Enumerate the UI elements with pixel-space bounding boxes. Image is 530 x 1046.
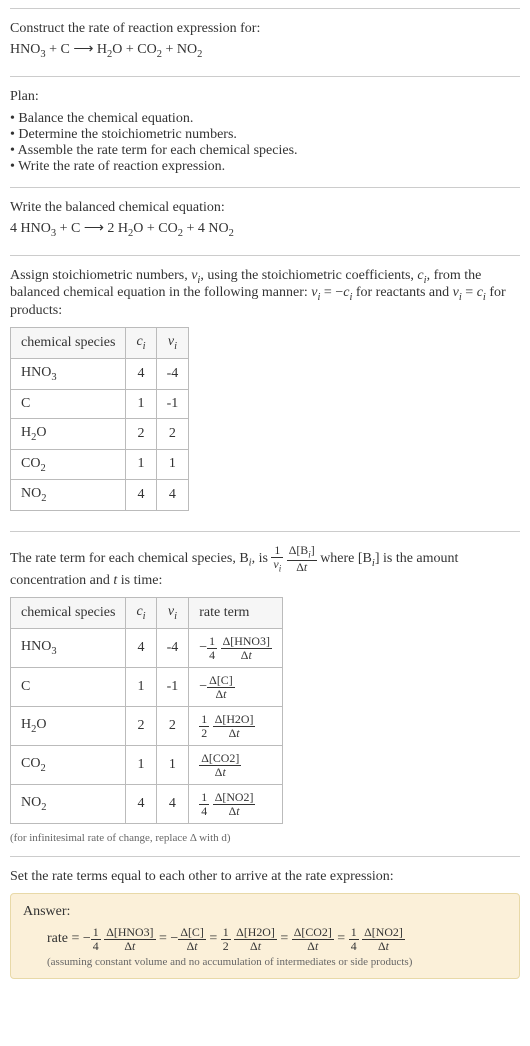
- plan-item: Determine the stoichiometric numbers.: [10, 127, 520, 143]
- c-cell: 1: [126, 389, 156, 418]
- c-cell: 4: [126, 629, 156, 668]
- plan-list: Balance the chemical equation. Determine…: [10, 111, 520, 175]
- col-c: ci: [126, 598, 156, 629]
- species-cell: H2O: [11, 707, 126, 746]
- stoich-table: chemical species ci νi HNO3 4 -4 C 1 -1 …: [10, 327, 189, 511]
- stoich-row: H2O 2 2: [11, 418, 189, 449]
- answer-label: Answer:: [23, 904, 507, 920]
- answer-box: Answer: rate = −14 Δ[HNO3]Δt = −Δ[C]Δt =…: [10, 893, 520, 979]
- nu-cell: 1: [156, 746, 189, 785]
- species-cell: NO2: [11, 480, 126, 511]
- col-species: chemical species: [11, 598, 126, 629]
- nu-sub: i: [174, 341, 177, 352]
- nu-sub: i: [174, 611, 177, 622]
- c-cell: 4: [126, 358, 156, 389]
- nu-cell: 2: [156, 418, 189, 449]
- nu-cell: -1: [156, 668, 189, 707]
- c-cell: 1: [126, 746, 156, 785]
- intro-prompt: Construct the rate of reaction expressio…: [10, 21, 520, 37]
- final-section: Set the rate terms equal to each other t…: [10, 856, 520, 991]
- rateterm-note: (for infinitesimal rate of change, repla…: [10, 832, 520, 844]
- stoich-header-row: chemical species ci νi: [11, 328, 189, 359]
- species-cell: C: [11, 668, 126, 707]
- intro-equation: HNO3 + C ⟶ H2O + CO2 + NO2: [10, 41, 520, 60]
- species-cell: HNO3: [11, 629, 126, 668]
- rate-cell: 14 Δ[NO2]Δt: [189, 785, 283, 824]
- c-sub: i: [143, 341, 146, 352]
- species-cell: H2O: [11, 418, 126, 449]
- c-cell: 2: [126, 707, 156, 746]
- rateterm-header-row: chemical species ci νi rate term: [11, 598, 283, 629]
- rateterm-row: H2O 2 2 12 Δ[H2O]Δt: [11, 707, 283, 746]
- rate-expression: rate = −14 Δ[HNO3]Δt = −Δ[C]Δt = 12 Δ[H2…: [23, 926, 507, 952]
- nu-cell: -4: [156, 629, 189, 668]
- plan-head: Plan:: [10, 89, 520, 105]
- col-rate: rate term: [189, 598, 283, 629]
- rateterm-row: C 1 -1 −Δ[C]Δt: [11, 668, 283, 707]
- stoich-head: Assign stoichiometric numbers, νi, using…: [10, 268, 520, 320]
- rate-cell: −Δ[C]Δt: [189, 668, 283, 707]
- col-c: ci: [126, 328, 156, 359]
- species-cell: C: [11, 389, 126, 418]
- c-cell: 4: [126, 785, 156, 824]
- plan-section: Plan: Balance the chemical equation. Det…: [10, 76, 520, 187]
- nu-cell: -4: [156, 358, 189, 389]
- species-cell: CO2: [11, 746, 126, 785]
- nu-cell: -1: [156, 389, 189, 418]
- stoich-section: Assign stoichiometric numbers, νi, using…: [10, 255, 520, 532]
- balanced-equation: 4 HNO3 + C ⟶ 2 H2O + CO2 + 4 NO2: [10, 220, 520, 239]
- col-nu: νi: [156, 328, 189, 359]
- nu-cell: 2: [156, 707, 189, 746]
- stoich-row: C 1 -1: [11, 389, 189, 418]
- rateterm-section: The rate term for each chemical species,…: [10, 531, 520, 856]
- plan-item: Write the rate of reaction expression.: [10, 159, 520, 175]
- species-cell: CO2: [11, 449, 126, 480]
- balanced-head: Write the balanced chemical equation:: [10, 200, 520, 216]
- c-cell: 4: [126, 480, 156, 511]
- intro-section: Construct the rate of reaction expressio…: [10, 8, 520, 76]
- stoich-row: HNO3 4 -4: [11, 358, 189, 389]
- nu-cell: 4: [156, 785, 189, 824]
- nu-cell: 1: [156, 449, 189, 480]
- plan-item: Balance the chemical equation.: [10, 111, 520, 127]
- c-sub: i: [143, 611, 146, 622]
- species-cell: HNO3: [11, 358, 126, 389]
- rateterm-table: chemical species ci νi rate term HNO3 4 …: [10, 597, 283, 824]
- c-cell: 1: [126, 449, 156, 480]
- c-cell: 1: [126, 668, 156, 707]
- species-cell: NO2: [11, 785, 126, 824]
- nu-cell: 4: [156, 480, 189, 511]
- rateterm-row: HNO3 4 -4 −14 Δ[HNO3]Δt: [11, 629, 283, 668]
- stoich-row: NO2 4 4: [11, 480, 189, 511]
- rate-cell: −14 Δ[HNO3]Δt: [189, 629, 283, 668]
- answer-note: (assuming constant volume and no accumul…: [23, 956, 507, 968]
- plan-item: Assemble the rate term for each chemical…: [10, 143, 520, 159]
- final-head: Set the rate terms equal to each other t…: [10, 869, 520, 885]
- col-species: chemical species: [11, 328, 126, 359]
- c-cell: 2: [126, 418, 156, 449]
- stoich-row: CO2 1 1: [11, 449, 189, 480]
- rateterm-head: The rate term for each chemical species,…: [10, 544, 520, 589]
- rate-cell: Δ[CO2]Δt: [189, 746, 283, 785]
- rateterm-row: CO2 1 1 Δ[CO2]Δt: [11, 746, 283, 785]
- balanced-section: Write the balanced chemical equation: 4 …: [10, 187, 520, 255]
- rateterm-head-pre: The rate term for each chemical species,…: [10, 551, 249, 566]
- col-nu: νi: [156, 598, 189, 629]
- rateterm-row: NO2 4 4 14 Δ[NO2]Δt: [11, 785, 283, 824]
- rate-cell: 12 Δ[H2O]Δt: [189, 707, 283, 746]
